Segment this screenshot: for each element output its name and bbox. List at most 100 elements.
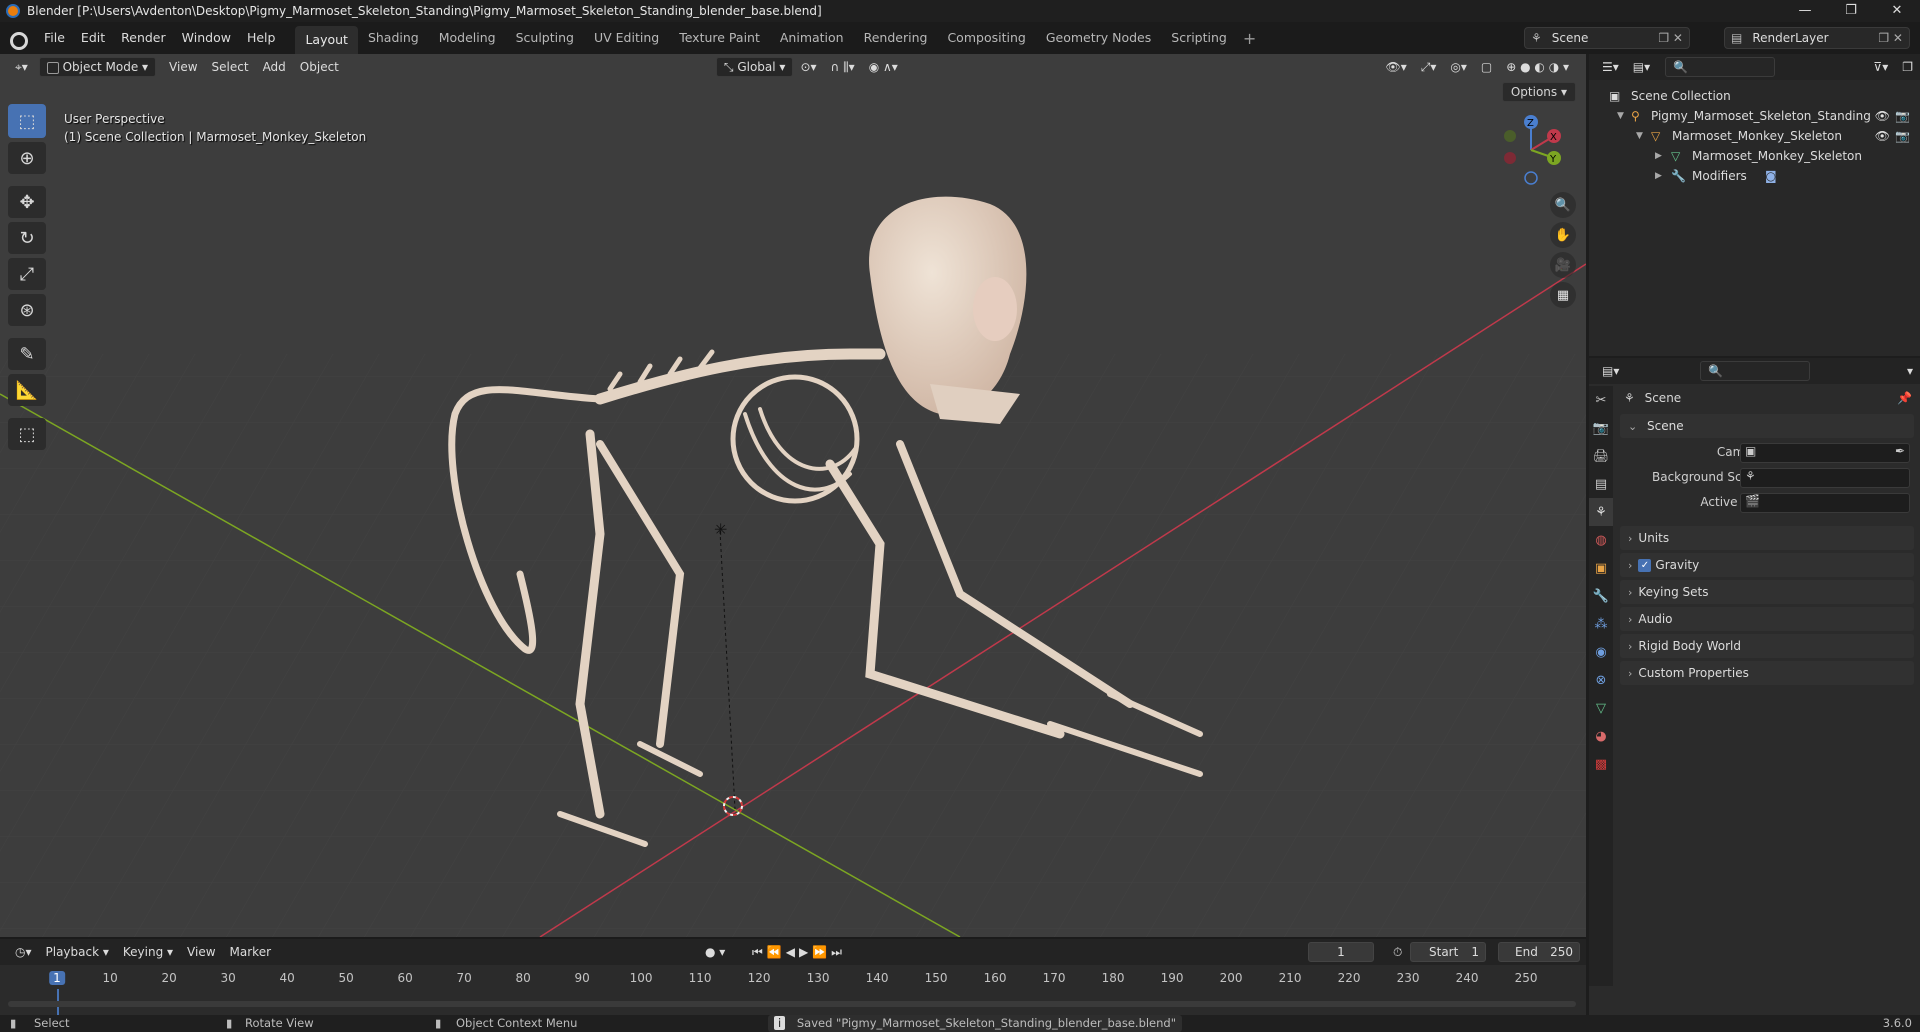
properties-editor-type-icon[interactable]: ▤▾ [1595,361,1626,381]
object-tab-icon[interactable]: ▣ [1589,554,1613,582]
render-camera-icon[interactable]: 📷 [1895,106,1910,126]
move-icon[interactable]: ✥ [8,186,46,218]
stopwatch-icon[interactable]: ⏱ [1386,942,1409,962]
material-tab-icon[interactable]: ◕ [1589,722,1613,750]
add-workspace-icon[interactable]: + [1237,29,1262,48]
frame-ruler[interactable]: 1 10 20 30 40 50 60 70 80 90 100 110 120 130 140 150 160… [0,969,1586,1015]
tab-uv-editing[interactable]: UV Editing [584,26,669,50]
render-camera-icon[interactable]: 📷 [1895,126,1910,146]
outliner-item-modifiers[interactable]: ▶ 🔧 Modifiers ◙ [1589,166,1920,186]
annotate-icon[interactable]: ✎ [8,338,46,370]
tab-modeling[interactable]: Modeling [429,26,506,50]
collapse-icon[interactable]: ▶ [1655,146,1662,166]
transform-orientation-dropdown[interactable]: ⤡ Global ▾ [715,57,794,77]
active-clip-field[interactable]: 🎬 [1740,493,1910,513]
tab-rendering[interactable]: Rendering [854,26,938,50]
tab-animation[interactable]: Animation [770,26,854,50]
panel-custom-properties[interactable]: › Custom Properties [1620,661,1914,685]
select-box-icon[interactable]: ⬚ [8,104,46,138]
pivot-point-icon[interactable]: ⊙▾ [793,57,823,77]
expand-icon[interactable]: ▼ [1617,106,1624,126]
modifier-tab-icon[interactable]: 🔧 [1589,582,1613,610]
end-frame-field[interactable]: End 250 [1498,942,1580,962]
menu-playback[interactable]: Playback ▾ [39,942,116,962]
options-dropdown[interactable]: Options ▾ [1501,82,1576,102]
data-tab-icon[interactable]: ▽ [1589,694,1613,722]
constraints-tab-icon[interactable]: ⊗ [1589,666,1613,694]
current-frame-field[interactable]: 1 [1308,942,1374,962]
menu-view[interactable]: View [162,57,204,77]
timeline-editor-type-icon[interactable]: ◷▾ [8,942,39,962]
menu-timeline-view[interactable]: View [180,942,222,962]
minimize-button[interactable]: — [1782,0,1828,22]
world-tab-icon[interactable]: ◍ [1589,526,1613,554]
blender-logo-icon[interactable] [8,29,28,50]
overlay-toggle-icon[interactable]: ◎▾ [1443,57,1474,77]
camera-field[interactable]: ▣ ✒ [1740,443,1910,463]
texture-tab-icon[interactable]: ▩ [1589,750,1613,778]
close-button[interactable]: ✕ [1874,0,1920,22]
view-layer-selector[interactable]: ▤ RenderLayer ❐ ✕ [1724,27,1910,49]
cursor-icon[interactable]: ⊕ [8,142,46,174]
new-view-layer-icon[interactable]: ❐ ✕ [1878,31,1903,45]
visibility-icon[interactable]: 👁▾ [1379,57,1414,77]
gravity-checkbox[interactable]: ✓ [1638,559,1652,572]
outliner-item-mesh[interactable]: ▶ ▽ Marmoset_Monkey_Skeleton [1589,146,1920,166]
menu-keying[interactable]: Keying ▾ [116,942,180,962]
tool-tab-icon[interactable]: ✂ [1589,386,1613,414]
new-collection-icon[interactable]: ❐ [1895,57,1920,77]
start-frame-field[interactable]: Start 1 [1410,942,1486,962]
view-layer-tab-icon[interactable]: ▤ [1589,470,1613,498]
menu-object[interactable]: Object [293,57,346,77]
menu-add[interactable]: Add [256,57,293,77]
snap-icon[interactable]: ∩ ⫼▾ [824,57,862,77]
tab-shading[interactable]: Shading [358,26,429,50]
panel-audio[interactable]: › Audio [1620,607,1914,631]
scene-selector[interactable]: ⚘ Scene ❐ ✕ [1524,27,1690,49]
physics-tab-icon[interactable]: ◉ [1589,638,1613,666]
display-mode-icon[interactable]: ▤▾ [1626,57,1657,77]
new-scene-icon[interactable]: ❐ ✕ [1658,31,1683,45]
collapse-icon[interactable]: ▶ [1655,166,1662,186]
visibility-eye-icon[interactable]: 👁 [1875,126,1890,146]
rotate-icon[interactable]: ↻ [8,222,46,254]
panel-rigid-body-world[interactable]: › Rigid Body World [1620,634,1914,658]
3d-viewport[interactable]: ✳ ⌖▾ Object Mode ▾ View Select Add Objec… [0,54,1586,937]
navigation-gizmo[interactable]: Z X Y [1496,112,1566,188]
tab-layout[interactable]: Layout [295,26,358,54]
tab-texture-paint[interactable]: Texture Paint [669,26,770,50]
outliner-root[interactable]: ▣ Scene Collection [1589,86,1920,106]
tab-compositing[interactable]: Compositing [937,26,1035,50]
visibility-eye-icon[interactable]: 👁 [1875,106,1890,126]
proportional-edit-icon[interactable]: ◉ ∧▾ [862,57,905,77]
timeline-scrollbar[interactable] [8,1001,1576,1007]
menu-marker[interactable]: Marker [223,942,278,962]
properties-options-icon[interactable]: ▾ [1900,361,1920,381]
background-scene-field[interactable]: ⚘ [1740,468,1910,488]
maximize-button[interactable]: ❐ [1828,0,1874,22]
filter-icon[interactable]: ⊽▾ [1866,57,1895,77]
tab-scripting[interactable]: Scripting [1161,26,1237,50]
scale-icon[interactable]: ⤢ [8,258,46,290]
shading-modes-icon[interactable]: ⊕ ● ◐ ◑ ▾ [1499,57,1576,77]
outliner-item-object[interactable]: ▼ ▽ Marmoset_Monkey_Skeleton 👁 📷 [1589,126,1920,146]
eyedropper-icon[interactable]: ✒ [1895,444,1905,458]
ortho-grid-icon[interactable]: ▦ [1550,282,1576,308]
pin-icon[interactable]: 📌 [1897,384,1912,412]
expand-icon[interactable]: ▼ [1636,126,1643,146]
xray-icon[interactable]: ▢ [1474,57,1499,77]
panel-units[interactable]: › Units [1620,526,1914,550]
render-tab-icon[interactable]: 📷 [1589,414,1613,442]
tab-geometry-nodes[interactable]: Geometry Nodes [1036,26,1161,50]
editor-type-icon[interactable]: ⌖▾ [8,57,35,77]
zoom-icon[interactable]: 🔍 [1550,192,1576,218]
playback-controls[interactable]: ⏮⏪◀▶⏩⏭ [745,942,853,962]
tab-sculpting[interactable]: Sculpting [506,26,584,50]
mode-dropdown[interactable]: Object Mode ▾ [38,57,157,77]
menu-select[interactable]: Select [205,57,256,77]
scene-tab-icon[interactable]: ⚘ [1589,498,1613,526]
transform-icon[interactable]: ⊛ [8,294,46,326]
autokey-icon[interactable]: ● ▾ [698,942,732,962]
menu-help[interactable]: Help [239,26,284,50]
panel-gravity[interactable]: › ✓ Gravity [1620,553,1914,577]
